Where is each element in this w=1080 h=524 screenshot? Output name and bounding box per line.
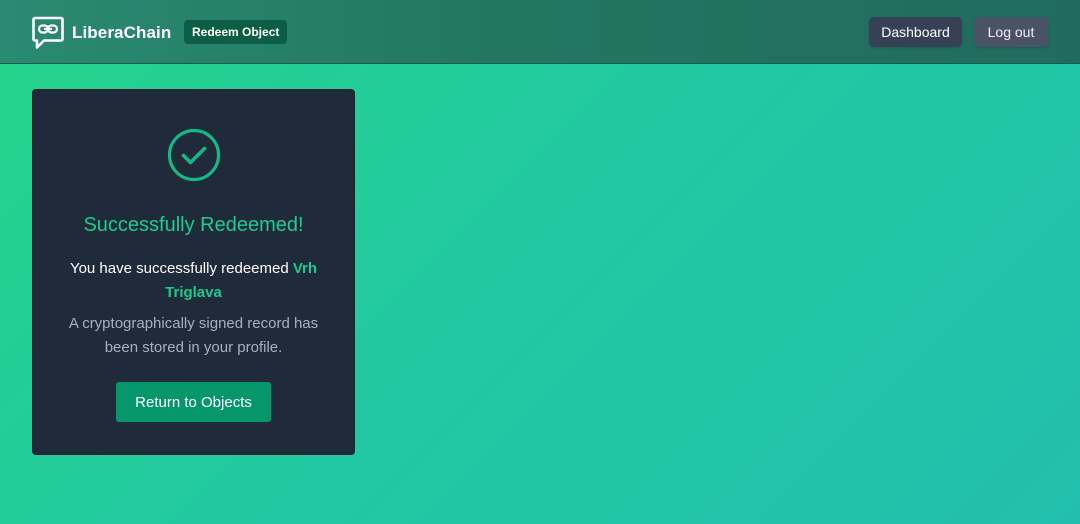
brand-name: LiberaChain xyxy=(72,23,172,42)
chat-link-icon xyxy=(32,16,64,49)
redeem-success-card: Successfully Redeemed! You have successf… xyxy=(32,89,355,455)
page-badge: Redeem Object xyxy=(184,20,288,44)
redeem-message-prefix: You have successfully redeemed xyxy=(69,260,293,277)
top-nav-bar: LiberaChain Redeem Object Dashboard Log … xyxy=(0,0,1080,64)
record-message: A cryptographically signed record has be… xyxy=(68,315,319,356)
success-title: Successfully Redeemed! xyxy=(83,214,304,236)
brand[interactable]: LiberaChain xyxy=(32,16,171,50)
redeem-message: You have successfully redeemed Vrh Trigl… xyxy=(57,257,330,305)
logout-button[interactable]: Log out xyxy=(974,17,1048,47)
return-to-objects-button[interactable]: Return to Objects xyxy=(116,382,271,422)
dashboard-button[interactable]: Dashboard xyxy=(869,17,962,47)
check-circle-icon xyxy=(167,128,221,182)
